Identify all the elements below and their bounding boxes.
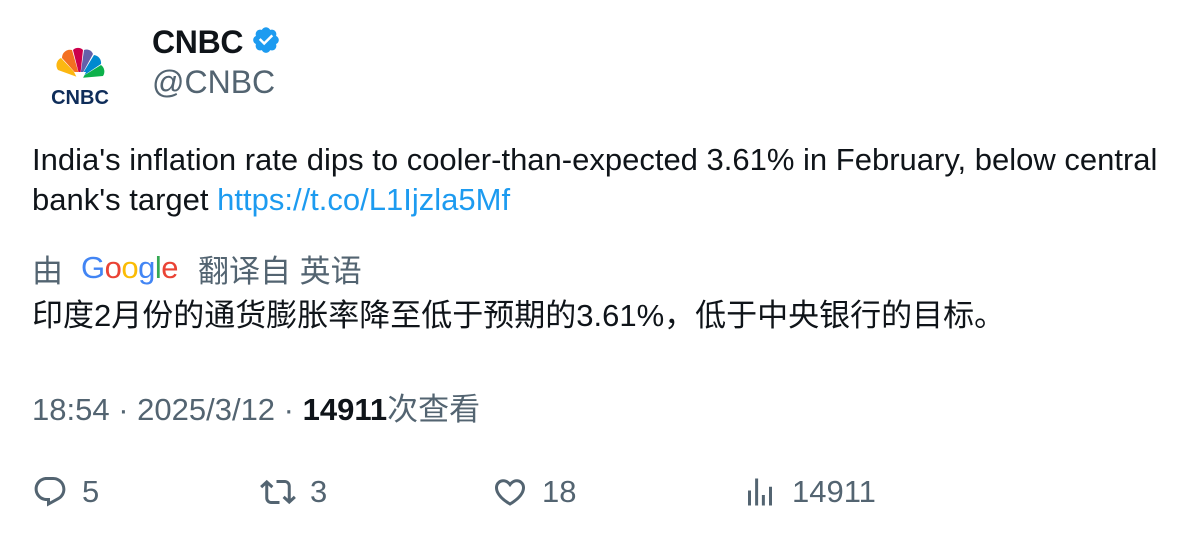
retweet-button[interactable]: 3: [260, 470, 327, 514]
svg-text:CNBC: CNBC: [51, 87, 109, 109]
tweet-time[interactable]: 18:54: [32, 392, 110, 427]
cnbc-logo-icon: CNBC: [51, 47, 109, 109]
tweet-date[interactable]: 2025/3/12: [137, 392, 275, 427]
bar-chart-icon: [748, 478, 772, 506]
action-bar: 5 3 18 14911: [32, 470, 1162, 514]
translation-attribution: 由 Google 翻译自 英语: [32, 246, 362, 290]
views-label: 次查看: [387, 392, 481, 427]
like-button[interactable]: 18: [492, 470, 576, 514]
translated-by-label: 由: [32, 253, 63, 289]
reply-count: 5: [82, 474, 100, 509]
retweet-icon: [260, 479, 296, 505]
views-count: 14911: [302, 392, 388, 427]
google-logo: Google: [81, 250, 179, 285]
retweet-count: 3: [310, 474, 328, 509]
views-action-count: 14911: [792, 474, 876, 509]
meta-separator: ·: [109, 392, 138, 427]
like-count: 18: [542, 474, 577, 509]
heart-icon: [494, 479, 526, 506]
reply-button[interactable]: 5: [32, 470, 99, 514]
tweet-meta: 18:54 · 2025/3/12 · 14911次查看: [32, 384, 480, 429]
avatar[interactable]: CNBC: [32, 28, 128, 124]
tweet-body: India's inflation rate dips to cooler-th…: [32, 142, 1158, 217]
meta-separator: ·: [275, 392, 303, 427]
user-handle[interactable]: @CNBC: [152, 64, 275, 101]
views-button[interactable]: 14911: [742, 470, 876, 514]
display-name[interactable]: CNBC: [152, 24, 244, 61]
tweet-text: India's inflation rate dips to cooler-th…: [32, 140, 1162, 220]
tweet-link[interactable]: https://t.co/L1Ijzla5Mf: [217, 182, 510, 217]
verified-badge-icon[interactable]: [251, 25, 281, 60]
reply-icon: [34, 477, 66, 507]
translated-text: 印度2月份的通货膨胀率降至低于预期的3.61%，低于中央银行的目标。: [32, 298, 1006, 333]
translated-from-label[interactable]: 翻译自 英语: [198, 246, 362, 291]
